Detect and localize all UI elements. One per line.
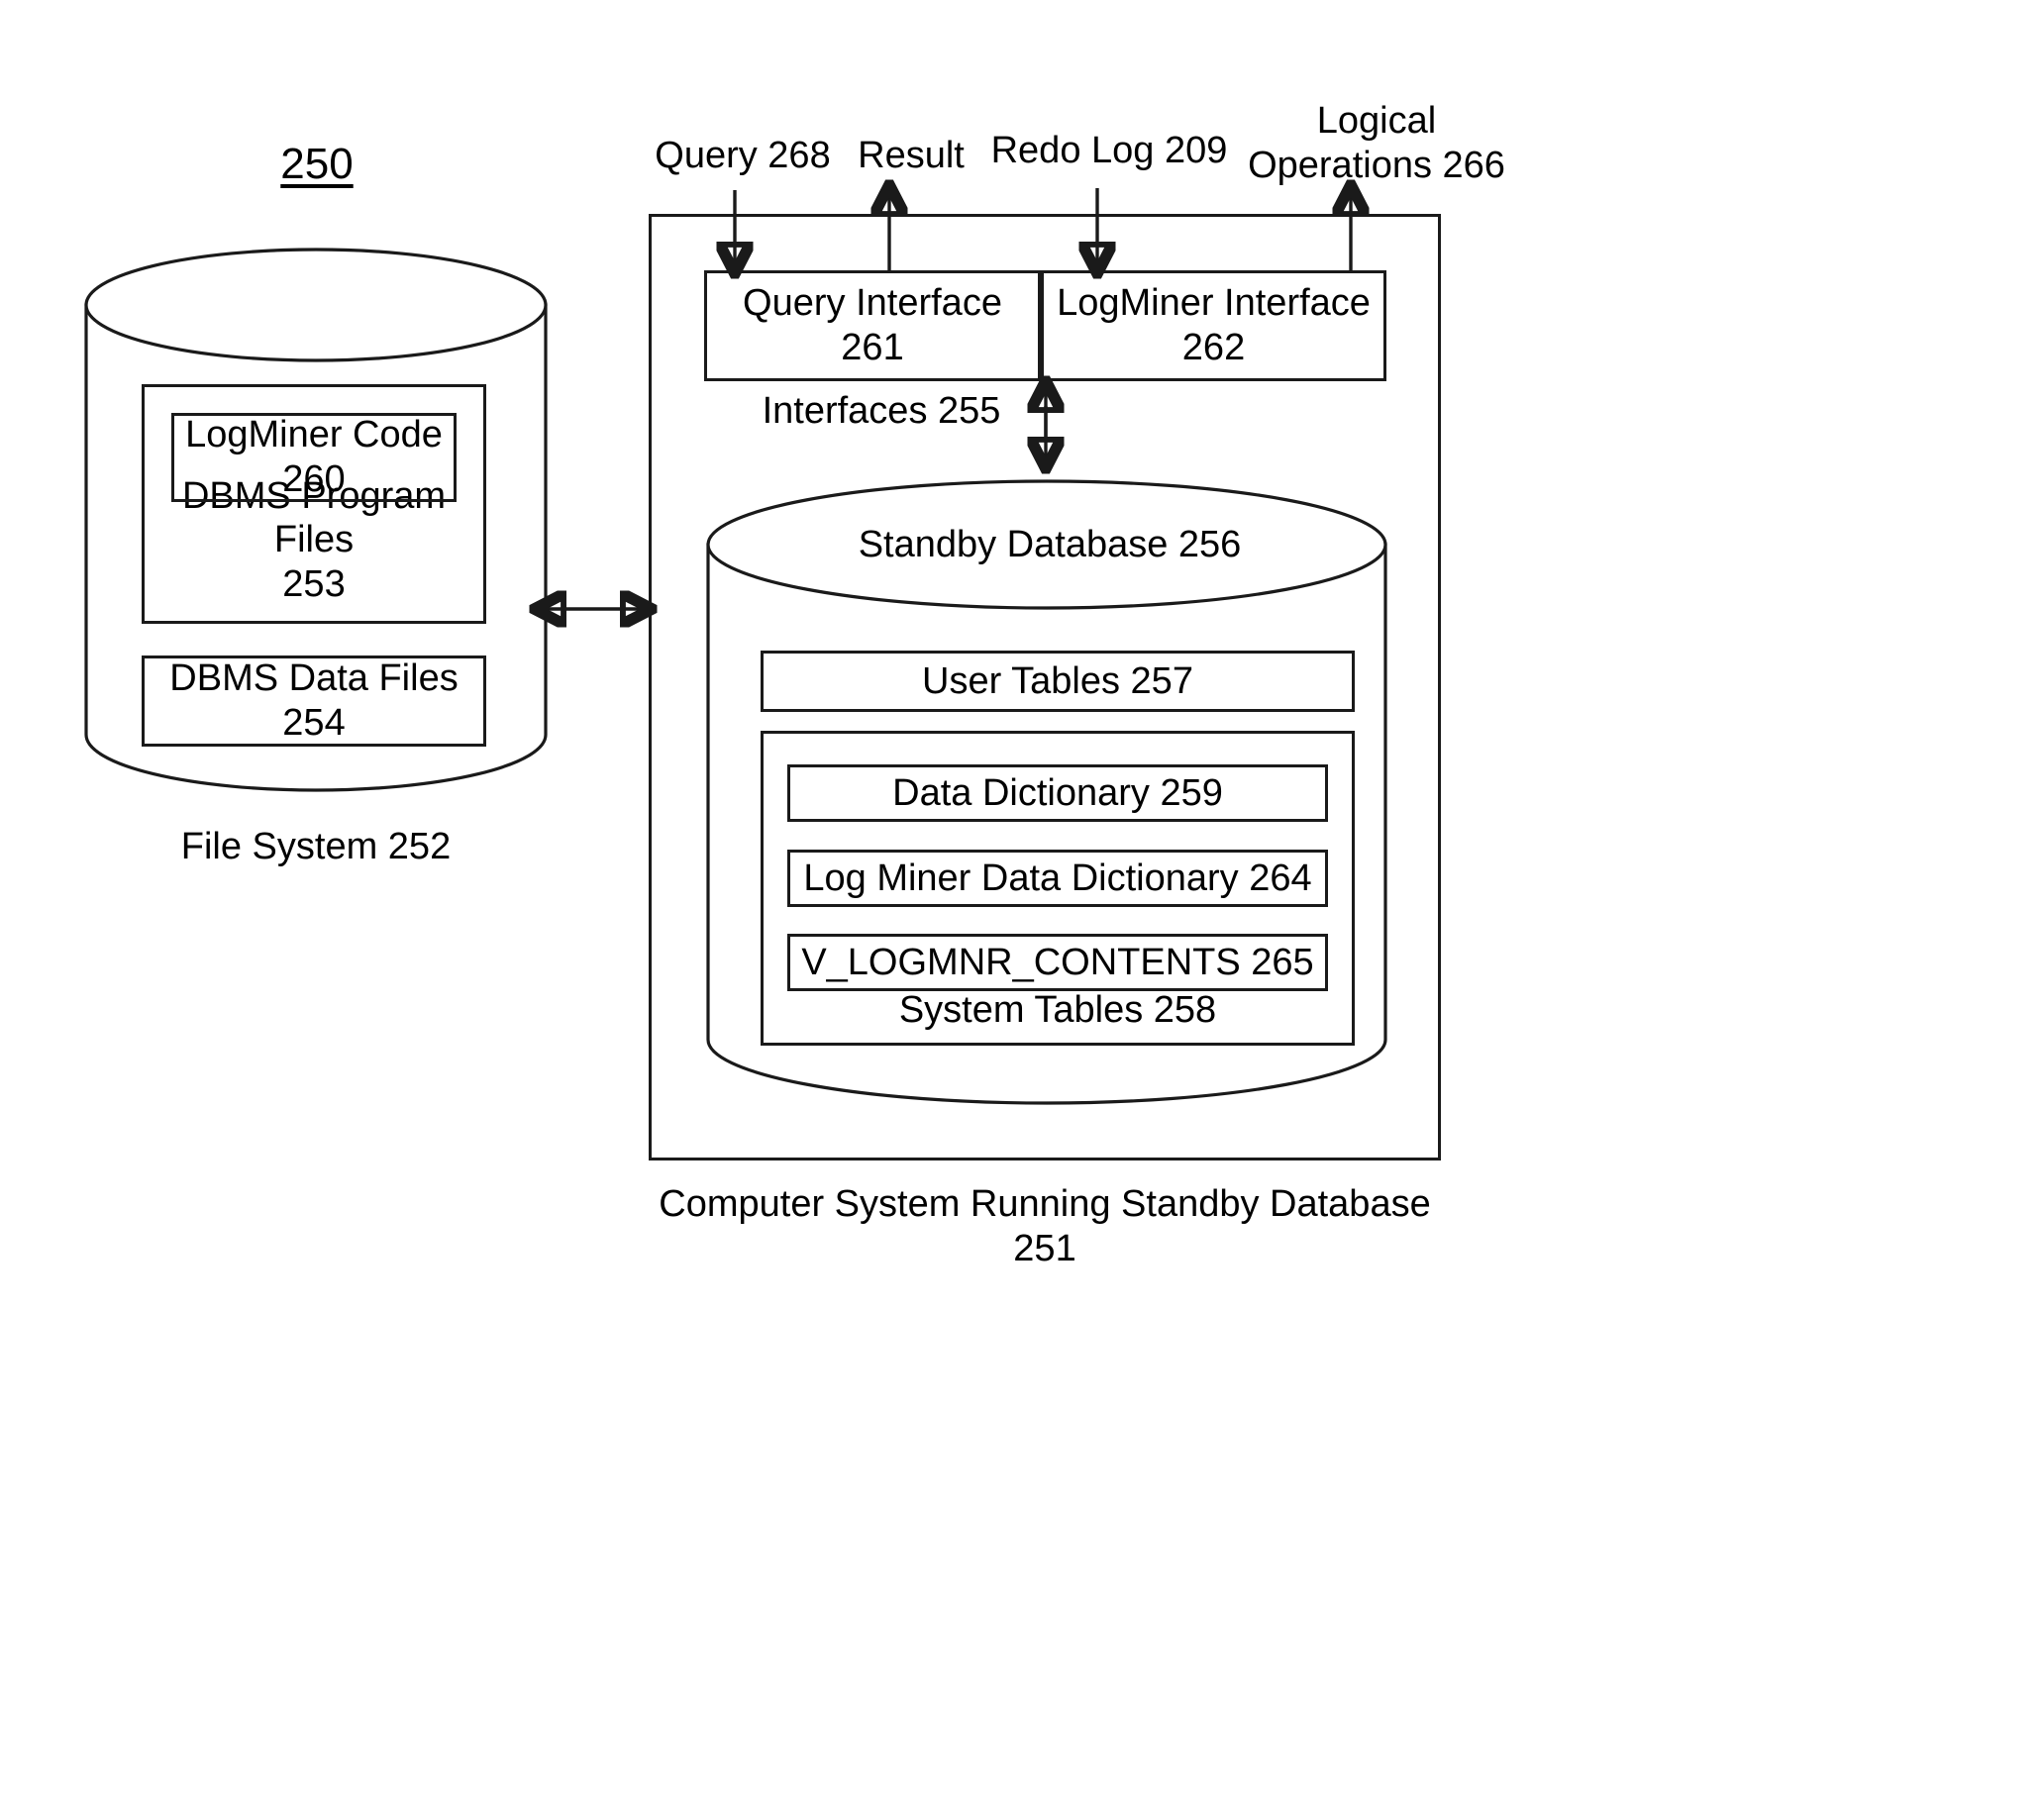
logical-operations-flow-label: Logical Operations 266 [1248, 100, 1505, 186]
user-tables-box: User Tables 257 [761, 651, 1355, 712]
diagram-canvas: 250 DBMS Program Files 253 LogMiner Code… [0, 0, 2044, 1816]
query-flow-label: Query 268 [655, 135, 831, 176]
computer-system-caption: Computer System Running Standby Database… [659, 1183, 1431, 1269]
query-interface-box: Query Interface 261 [704, 270, 1041, 381]
data-dictionary-label: Data Dictionary 259 [892, 771, 1223, 814]
logminer-code-box: LogMiner Code 260 [171, 413, 457, 502]
figure-number: 250 [280, 140, 354, 188]
logminer-data-dictionary-box: Log Miner Data Dictionary 264 [787, 850, 1328, 907]
logminer-interface-box: LogMiner Interface 262 [1041, 270, 1386, 381]
v-logmnr-contents-box: V_LOGMNR_CONTENTS 265 [787, 934, 1328, 991]
query-interface-label: Query Interface 261 [743, 282, 1002, 368]
dbms-data-files-label: DBMS Data Files 254 [169, 657, 459, 744]
logminer-interface-label: LogMiner Interface 262 [1057, 282, 1371, 368]
dbms-data-files-box: DBMS Data Files 254 [142, 656, 486, 747]
user-tables-label: User Tables 257 [922, 659, 1193, 702]
system-tables-label: System Tables 258 [898, 989, 1217, 1032]
logminer-code-label: LogMiner Code 260 [185, 414, 443, 500]
redo-log-flow-label: Redo Log 209 [990, 130, 1228, 171]
data-dictionary-box: Data Dictionary 259 [787, 764, 1328, 822]
standby-database-title: Standby Database 256 [858, 524, 1242, 565]
v-logmnr-contents-label: V_LOGMNR_CONTENTS 265 [801, 941, 1314, 983]
interfaces-group-label: Interfaces 255 [762, 390, 1001, 432]
logminer-data-dictionary-label: Log Miner Data Dictionary 264 [803, 857, 1312, 899]
result-flow-label: Result [858, 135, 965, 176]
file-system-caption: File System 252 [180, 826, 452, 867]
